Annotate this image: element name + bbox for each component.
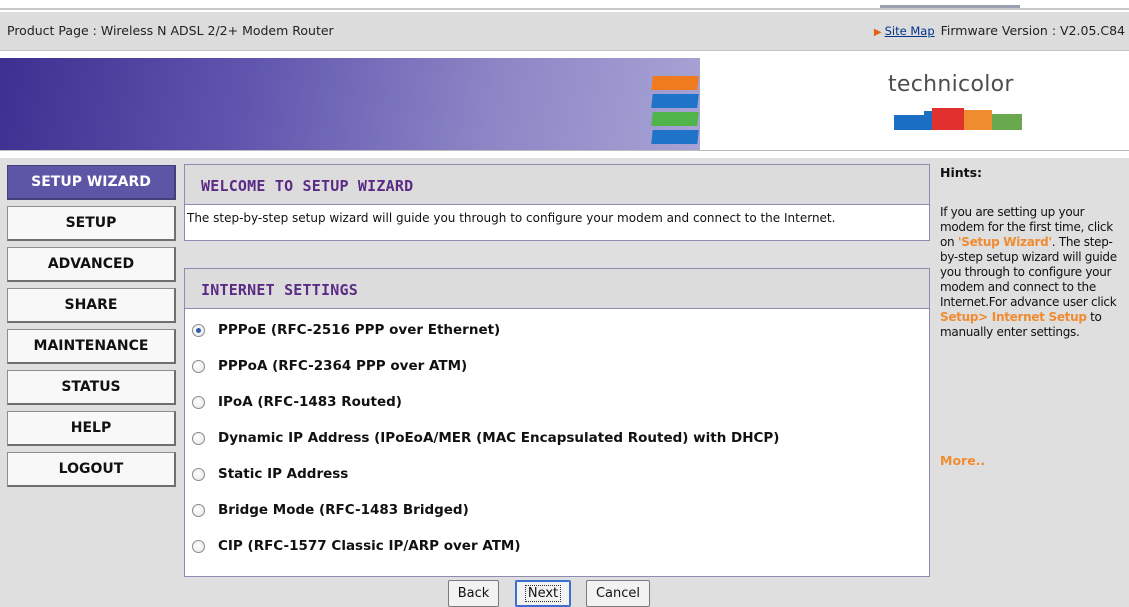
radio-icon[interactable] bbox=[192, 467, 205, 481]
option-label: IPoA (RFC-1483 Routed) bbox=[218, 394, 402, 410]
internet-settings-panel: INTERNET SETTINGS bbox=[184, 268, 930, 577]
internet-settings-title: INTERNET SETTINGS bbox=[201, 281, 358, 299]
option-label: CIP (RFC-1577 Classic IP/ARP over ATM) bbox=[218, 538, 521, 554]
option-dynamic-ip[interactable]: Dynamic IP Address (IPoEoA/MER (MAC Enca… bbox=[192, 428, 779, 448]
welcome-header: WELCOME TO SETUP WIZARD bbox=[185, 165, 929, 205]
hints-title: Hints: bbox=[940, 165, 983, 180]
option-pppoa[interactable]: PPPoA (RFC-2364 PPP over ATM) bbox=[192, 356, 467, 376]
setup-wizard-hint-link[interactable]: 'Setup Wizard' bbox=[958, 235, 1052, 249]
product-title: Product Page : Wireless N ADSL 2/2+ Mode… bbox=[7, 23, 334, 38]
nav-share[interactable]: SHARE bbox=[7, 288, 176, 323]
radio-icon[interactable] bbox=[192, 359, 205, 373]
more-link[interactable]: More.. bbox=[940, 453, 985, 468]
divider bbox=[0, 150, 1129, 158]
internet-setup-hint-link[interactable]: Setup> Internet Setup bbox=[940, 310, 1087, 324]
banner: technicolor bbox=[0, 58, 1129, 150]
banner-gradient bbox=[0, 58, 700, 150]
arrow-right-icon: ▶ bbox=[873, 27, 882, 38]
radio-selected-icon[interactable] bbox=[192, 323, 205, 337]
next-button[interactable]: Next bbox=[515, 580, 571, 607]
nav-logout[interactable]: LOGOUT bbox=[7, 452, 176, 487]
left-nav: SETUP WIZARD SETUP ADVANCED SHARE MAINTE… bbox=[0, 158, 180, 607]
welcome-panel: WELCOME TO SETUP WIZARD The step-by-step… bbox=[184, 164, 930, 241]
cancel-button-label: Cancel bbox=[595, 586, 641, 601]
option-bridge-mode[interactable]: Bridge Mode (RFC-1483 Bridged) bbox=[192, 500, 469, 520]
nav-setup-wizard[interactable]: SETUP WIZARD bbox=[7, 165, 176, 200]
option-label: Bridge Mode (RFC-1483 Bridged) bbox=[218, 502, 469, 518]
next-button-label: Next bbox=[524, 585, 562, 602]
header-right: ▶ Site Map Firmware Version : V2.05.C84 bbox=[874, 23, 1125, 38]
cancel-button[interactable]: Cancel bbox=[586, 580, 650, 607]
top-edge bbox=[0, 0, 1129, 12]
nav-maintenance[interactable]: MAINTENANCE bbox=[7, 329, 176, 364]
back-button-label: Back bbox=[457, 586, 490, 601]
option-label: Dynamic IP Address (IPoEoA/MER (MAC Enca… bbox=[218, 430, 780, 446]
option-pppoe[interactable]: PPPoE (RFC-2516 PPP over Ethernet) bbox=[192, 320, 500, 340]
nav-status[interactable]: STATUS bbox=[7, 370, 176, 405]
nav-advanced[interactable]: ADVANCED bbox=[7, 247, 176, 282]
product-bar: Product Page : Wireless N ADSL 2/2+ Mode… bbox=[0, 12, 1129, 51]
option-label: Static IP Address bbox=[218, 466, 349, 482]
technicolor-logo-text: technicolor bbox=[888, 72, 1014, 97]
nav-help[interactable]: HELP bbox=[7, 411, 176, 446]
radio-icon[interactable] bbox=[192, 503, 205, 517]
main-content: WELCOME TO SETUP WIZARD The step-by-step… bbox=[180, 158, 933, 607]
option-ipoa[interactable]: IPoA (RFC-1483 Routed) bbox=[192, 392, 402, 412]
firmware-version: Firmware Version : V2.05.C84 bbox=[940, 23, 1125, 38]
option-cip[interactable]: CIP (RFC-1577 Classic IP/ARP over ATM) bbox=[192, 536, 521, 556]
radio-icon[interactable] bbox=[192, 539, 205, 553]
welcome-text: The step-by-step setup wizard will guide… bbox=[187, 211, 836, 225]
banner-stripes bbox=[651, 76, 699, 150]
nav-setup[interactable]: SETUP bbox=[7, 206, 176, 241]
hints-text: If you are setting up your modem for the… bbox=[940, 205, 1126, 340]
wizard-buttons: Back Next Cancel bbox=[180, 579, 933, 607]
site-map-link[interactable]: Site Map bbox=[885, 24, 935, 38]
radio-icon[interactable] bbox=[192, 395, 205, 409]
internet-settings-header: INTERNET SETTINGS bbox=[185, 269, 929, 309]
back-button[interactable]: Back bbox=[448, 580, 499, 607]
radio-icon[interactable] bbox=[192, 431, 205, 445]
option-label: PPPoE (RFC-2516 PPP over Ethernet) bbox=[218, 322, 501, 338]
welcome-title: WELCOME TO SETUP WIZARD bbox=[201, 177, 414, 195]
technicolor-logo-icon bbox=[894, 108, 1022, 130]
option-label: PPPoA (RFC-2364 PPP over ATM) bbox=[218, 358, 468, 374]
option-static-ip[interactable]: Static IP Address bbox=[192, 464, 348, 484]
hints-panel: Hints: If you are setting up your modem … bbox=[933, 158, 1129, 607]
